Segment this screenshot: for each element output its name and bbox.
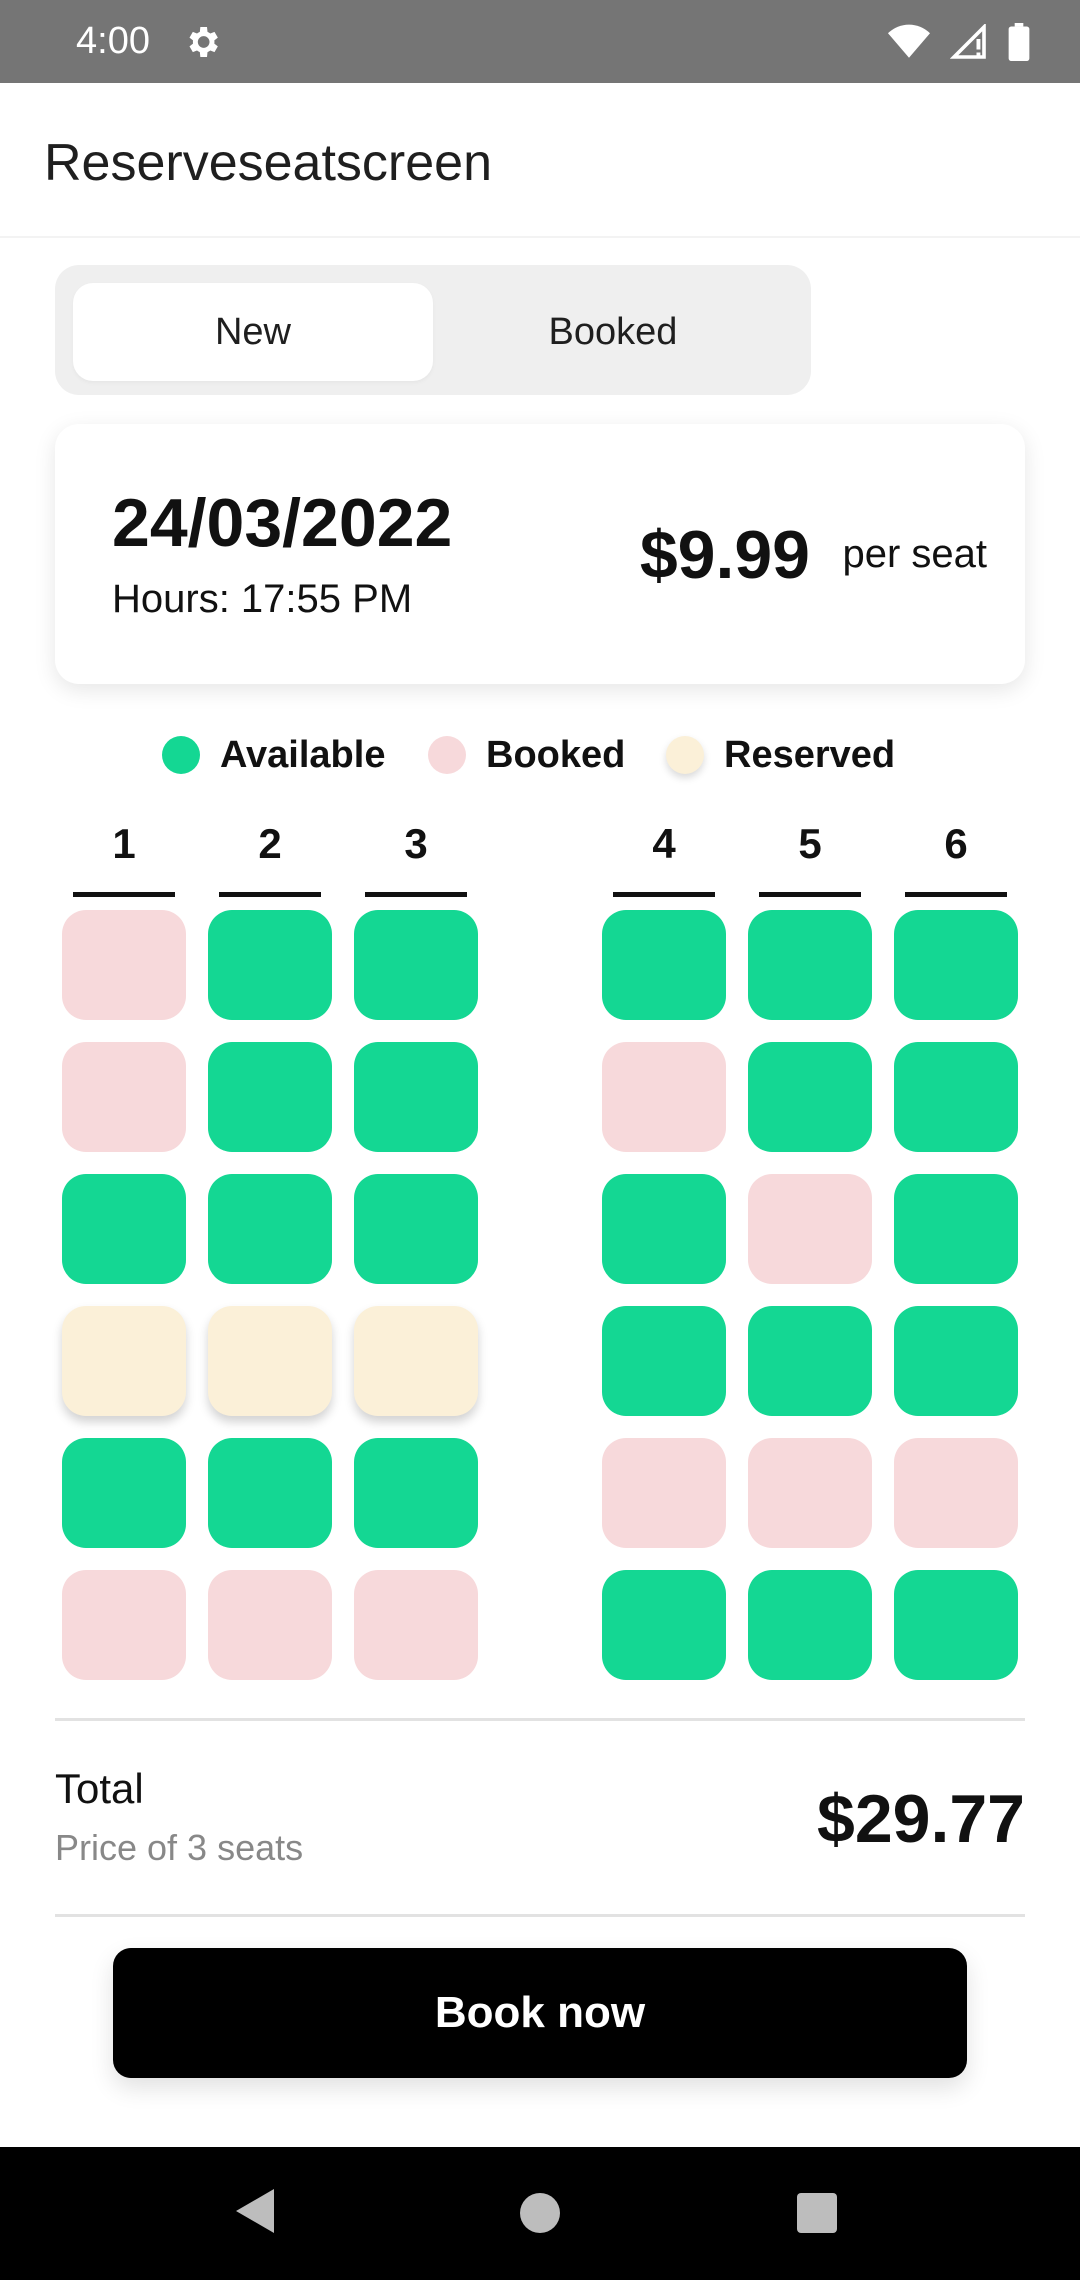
price-unit: per seat [842, 532, 987, 576]
seat-r5-c4-booked[interactable] [602, 1438, 726, 1548]
seat-r5-c6-booked[interactable] [894, 1438, 1018, 1548]
seat-r6-c3-booked[interactable] [354, 1570, 478, 1680]
column-label-1: 1 [112, 820, 136, 867]
column-label-5: 5 [798, 820, 822, 867]
status-time: 4:00 [76, 20, 150, 62]
seat-price: $9.99 [639, 517, 810, 593]
seat-r2-c6-available[interactable] [894, 1042, 1018, 1152]
seat-r3-c5-booked[interactable] [748, 1174, 872, 1284]
show-hours: Hours: 17:55 PM [112, 577, 413, 621]
showtime-card: 24/03/2022 Hours: 17:55 PM $9.99 per sea… [55, 424, 1025, 684]
status-bar: 4:00 [0, 0, 1080, 83]
seat-r6-c4-available[interactable] [602, 1570, 726, 1680]
legend-label: Available [220, 733, 386, 776]
column-label-3: 3 [404, 820, 428, 867]
seat-r6-c2-booked[interactable] [208, 1570, 332, 1680]
legend-reserved: Reserved [666, 725, 895, 785]
booked-dot-icon [428, 736, 466, 774]
seat-r1-c2-available[interactable] [208, 910, 332, 1020]
seat-r2-c3-available[interactable] [354, 1042, 478, 1152]
column-label-6: 6 [944, 820, 968, 867]
seat-r2-c2-available[interactable] [208, 1042, 332, 1152]
total-subtitle: Price of 3 seats [55, 1827, 304, 1868]
seat-r3-c6-available[interactable] [894, 1174, 1018, 1284]
seat-r5-c3-available[interactable] [354, 1438, 478, 1548]
legend-label: Booked [486, 733, 626, 776]
status-icons [888, 20, 1030, 64]
seat-r4-c4-available[interactable] [602, 1306, 726, 1416]
available-dot-icon [162, 736, 200, 774]
column-label-2: 2 [258, 820, 282, 867]
page-title: Reserveseatscreen [44, 134, 492, 192]
legend-label: Reserved [724, 733, 896, 776]
legend-booked: Booked [428, 725, 625, 785]
seat-r5-c5-booked[interactable] [748, 1438, 872, 1548]
seat-r3-c2-available[interactable] [208, 1174, 332, 1284]
column-underline [905, 892, 1007, 897]
total-label: Total [55, 1765, 144, 1812]
seat-r3-c4-available[interactable] [602, 1174, 726, 1284]
seat-r4-c6-available[interactable] [894, 1306, 1018, 1416]
gear-icon [189, 27, 218, 57]
seat-r1-c5-available[interactable] [748, 910, 872, 1020]
seat-r4-c5-available[interactable] [748, 1306, 872, 1416]
tab-booked[interactable]: Booked [433, 283, 793, 381]
seat-r3-c1-available[interactable] [62, 1174, 186, 1284]
segmented-tabs: New Booked [55, 265, 811, 395]
seat-r6-c5-available[interactable] [748, 1570, 872, 1680]
show-date: 24/03/2022 [112, 485, 453, 561]
column-underline [365, 892, 467, 897]
column-underline [613, 892, 715, 897]
legend-available: Available [162, 725, 385, 785]
seat-r4-c1-reserved[interactable] [62, 1306, 186, 1416]
divider [55, 1718, 1025, 1721]
column-underline [219, 892, 321, 897]
signal-icon [950, 24, 986, 59]
seat-r4-c3-reserved[interactable] [354, 1306, 478, 1416]
battery-icon [1008, 23, 1030, 61]
seat-r5-c1-available[interactable] [62, 1438, 186, 1548]
seat-r2-c5-available[interactable] [748, 1042, 872, 1152]
seat-r6-c1-booked[interactable] [62, 1570, 186, 1680]
reserved-dot-icon [666, 736, 704, 774]
back-icon[interactable] [236, 2189, 274, 2233]
app-bar: Reserveseatscreen [0, 83, 1080, 238]
tab-new[interactable]: New [73, 283, 433, 381]
home-icon[interactable] [520, 2193, 560, 2233]
seat-r1-c6-available[interactable] [894, 910, 1018, 1020]
book-now-button[interactable]: Book now [113, 1948, 967, 2078]
seat-r6-c6-available[interactable] [894, 1570, 1018, 1680]
seat-r1-c1-booked[interactable] [62, 910, 186, 1020]
total-amount: $29.77 [817, 1781, 1025, 1857]
seat-r3-c3-available[interactable] [354, 1174, 478, 1284]
divider [55, 1914, 1025, 1917]
wifi-icon [888, 24, 930, 58]
column-underline [73, 892, 175, 897]
seat-r1-c4-available[interactable] [602, 910, 726, 1020]
seat-r5-c2-available[interactable] [208, 1438, 332, 1548]
column-underline [759, 892, 861, 897]
seat-r4-c2-reserved[interactable] [208, 1306, 332, 1416]
seat-r2-c1-booked[interactable] [62, 1042, 186, 1152]
system-nav-bar [0, 2147, 1080, 2280]
seat-r2-c4-booked[interactable] [602, 1042, 726, 1152]
recents-icon[interactable] [797, 2193, 837, 2233]
seat-legend: Available Booked Reserved [0, 725, 1080, 785]
column-label-4: 4 [652, 820, 676, 867]
seat-r1-c3-available[interactable] [354, 910, 478, 1020]
